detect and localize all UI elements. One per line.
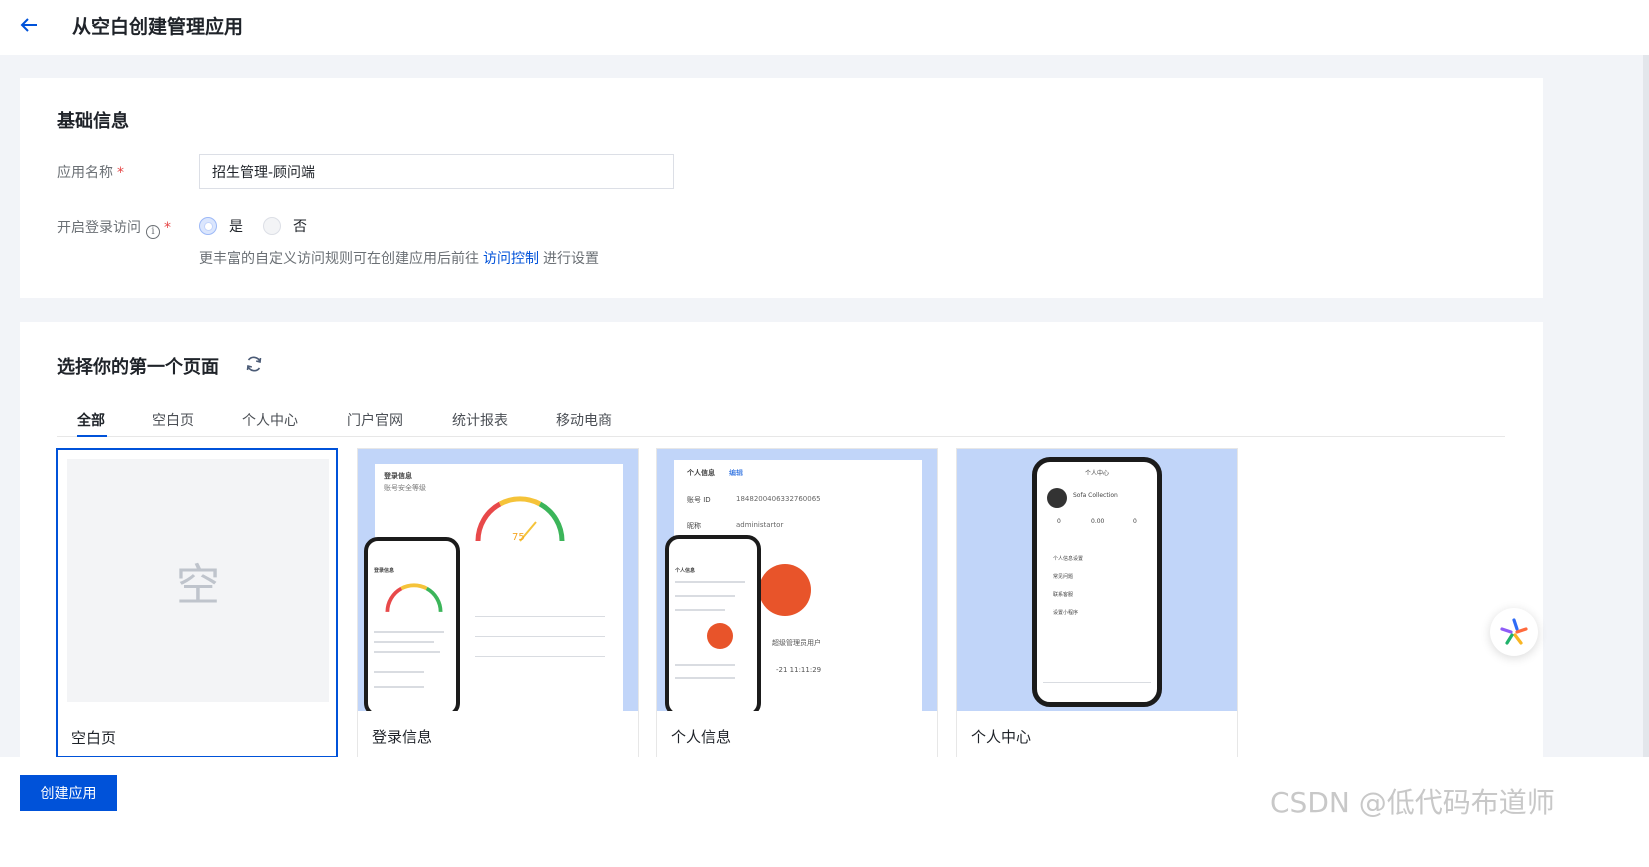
template-preview: 空 — [58, 450, 336, 712]
access-hint: 更丰富的自定义访问规则可在创建应用后前往 访问控制 进行设置 — [199, 248, 599, 268]
template-card-personal-center[interactable]: 个人中心 Sofa Collection 0 0.00 0 个人信息设置 常见问… — [956, 448, 1238, 758]
preview-tabbar-divider — [1043, 682, 1151, 683]
top-bar: 从空白创建管理应用 — [0, 0, 1649, 55]
preview-phone: 个人中心 Sofa Collection 0 0.00 0 个人信息设置 常见问… — [1032, 457, 1162, 707]
preview-center-user: Sofa Collection — [1073, 492, 1118, 499]
preview-divider — [475, 636, 605, 637]
preview-phone-title: 个人信息 — [675, 568, 696, 574]
active-tab-indicator — [77, 435, 107, 437]
preview-avatar — [1047, 488, 1067, 508]
scrollbar-track[interactable] — [1643, 55, 1649, 757]
required-mark: * — [164, 220, 171, 236]
page-select-title: 选择你的第一个页面 — [57, 357, 219, 378]
template-card-blank[interactable]: 空 空白页 — [56, 448, 338, 758]
required-mark: * — [117, 165, 124, 181]
assistant-logo-icon — [1500, 618, 1528, 645]
template-preview: 登录信息 账号安全等级 75 登录信息 — [358, 449, 638, 711]
template-name: 空白页 — [71, 729, 117, 747]
blank-placeholder-char: 空 — [176, 559, 220, 611]
create-app-button[interactable]: 创建应用 — [20, 775, 117, 811]
preview-line — [675, 609, 725, 611]
preview-time-fragment: -21 11:11:29 — [776, 666, 822, 674]
template-name: 登录信息 — [372, 728, 433, 746]
preview-line — [374, 651, 440, 653]
gauge-chart-icon — [385, 583, 443, 613]
preview-login-sub: 账号安全等级 — [384, 484, 426, 492]
radio-no-label: 否 — [293, 219, 307, 235]
app-name-label: 应用名称 * — [57, 162, 124, 182]
preview-gauge-value: 75 — [512, 532, 525, 543]
template-preview: 个人中心 Sofa Collection 0 0.00 0 个人信息设置 常见问… — [957, 449, 1237, 711]
tab-report[interactable]: 统计报表 — [452, 410, 508, 430]
access-control-link[interactable]: 访问控制 — [483, 251, 539, 267]
login-access-label-text: 开启登录访问 — [57, 220, 141, 236]
preview-menu-item: 设置小程序 — [1053, 610, 1079, 616]
preview-center-title: 个人中心 — [1085, 470, 1110, 477]
preview-stat: 0 — [1133, 518, 1137, 525]
preview-divider — [475, 616, 605, 617]
preview-line — [675, 595, 735, 597]
template-card-personal-info[interactable]: 个人信息 编辑 账号 ID 1848200406332760065 昵称 adm… — [656, 448, 938, 758]
preview-line — [675, 677, 735, 679]
preview-avatar — [707, 623, 733, 649]
preview-menu-item: 联系客服 — [1053, 592, 1074, 598]
blank-placeholder: 空 — [67, 459, 329, 702]
preview-line — [374, 686, 424, 688]
login-access-label: 开启登录访问 i * — [57, 217, 171, 239]
preview-personal-title: 个人信息 — [687, 469, 715, 477]
watermark: CSDN @低代码布道师 — [1270, 786, 1555, 819]
preview-line — [374, 671, 424, 673]
preview-account-value: 1848200406332760065 — [736, 495, 821, 503]
template-tabs: 全部 空白页 个人中心 门户官网 统计报表 移动电商 — [57, 402, 1505, 437]
app-name-label-text: 应用名称 — [57, 165, 113, 181]
template-name: 个人中心 — [971, 728, 1032, 746]
tab-all[interactable]: 全部 — [77, 410, 105, 430]
template-preview: 个人信息 编辑 账号 ID 1848200406332760065 昵称 adm… — [657, 449, 937, 711]
preview-menu-item: 常见问题 — [1053, 574, 1074, 580]
preview-account-label: 账号 ID — [687, 496, 711, 504]
refresh-icon[interactable] — [244, 354, 264, 374]
preview-line — [675, 664, 735, 666]
assistant-float-button[interactable] — [1490, 608, 1538, 656]
tab-portal[interactable]: 门户官网 — [347, 410, 403, 430]
preview-stat: 0 — [1057, 518, 1061, 525]
preview-edit-link: 编辑 — [729, 469, 743, 477]
radio-no[interactable]: 否 — [263, 216, 307, 236]
preview-phone: 登录信息 — [364, 537, 460, 711]
preview-phone: 个人信息 — [665, 535, 761, 711]
preview-line — [374, 641, 434, 643]
basic-info-title: 基础信息 — [57, 111, 129, 132]
bottom-action-bar: 创建应用 CSDN @低代码布道师 — [0, 757, 1649, 867]
preview-login-title: 登录信息 — [384, 472, 412, 480]
template-card-login-info[interactable]: 登录信息 账号安全等级 75 登录信息 登录信息 — [357, 448, 639, 758]
app-name-input[interactable] — [199, 154, 674, 189]
preview-menu-item: 个人信息设置 — [1053, 556, 1084, 562]
tab-personal-center[interactable]: 个人中心 — [242, 410, 298, 430]
radio-no-circle[interactable] — [263, 217, 281, 235]
tab-mobile-commerce[interactable]: 移动电商 — [556, 410, 612, 430]
preview-stat: 0.00 — [1091, 518, 1105, 525]
template-name: 个人信息 — [671, 728, 732, 746]
preview-user-fragment: 超级管理员用户 — [772, 639, 821, 647]
preview-nickname-value: administartor — [736, 521, 784, 529]
preview-line — [675, 581, 745, 583]
preview-phone-title: 登录信息 — [374, 568, 395, 574]
info-circle-icon[interactable]: i — [146, 225, 160, 239]
page-title: 从空白创建管理应用 — [72, 16, 244, 38]
preview-line — [374, 631, 444, 633]
hint-suffix: 进行设置 — [543, 251, 599, 267]
arrow-left-icon[interactable] — [18, 14, 40, 36]
preview-avatar — [759, 564, 811, 616]
radio-yes-label: 是 — [229, 219, 243, 235]
tab-blank[interactable]: 空白页 — [152, 410, 194, 430]
radio-yes[interactable]: 是 — [199, 216, 243, 236]
radio-yes-circle[interactable] — [199, 217, 217, 235]
basic-info-card: 基础信息 应用名称* 开启登录访问i* 是 否 更丰富的自定义访问规则可在创建应… — [20, 78, 1543, 298]
preview-divider — [475, 656, 605, 657]
preview-nickname-label: 昵称 — [687, 522, 701, 530]
hint-prefix: 更丰富的自定义访问规则可在创建应用后前往 — [199, 251, 479, 267]
